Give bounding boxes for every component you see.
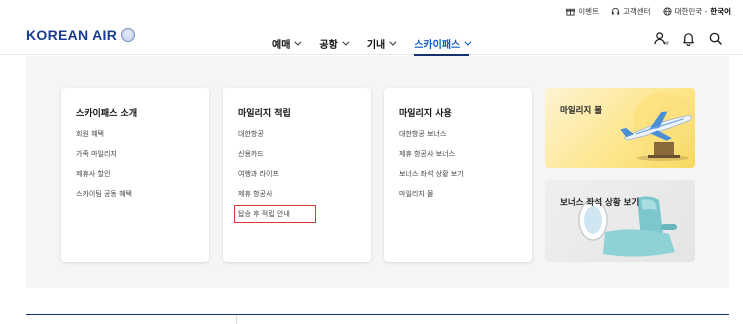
globe-icon	[663, 7, 672, 16]
nav-booking-label: 예매	[272, 39, 291, 51]
search-icon[interactable]	[708, 31, 723, 46]
nav-airport[interactable]: 공항	[319, 31, 350, 55]
menu-link-partner-discount[interactable]: 제휴사 할인	[76, 169, 194, 179]
support-link[interactable]: 고객센터	[611, 6, 651, 17]
headset-icon	[611, 7, 620, 15]
column-skypass-intro: 스카이패스 소개 회원 혜택 가족 마일리지 제휴사 할인 스카이팀 공동 혜택	[61, 88, 209, 262]
chevron-down-icon	[464, 38, 472, 46]
column-mileage-use: 마일리지 사용 대한항공 보너스 제휴 항공사 보너스 보너스 좌석 상황 보기…	[384, 88, 532, 262]
menu-link-mileage-mall[interactable]: 마일리지 몰	[399, 189, 517, 199]
content-column-divider	[236, 315, 237, 324]
nav-skypass-label: 스카이패스	[414, 39, 461, 51]
chevron-down-icon	[294, 38, 302, 46]
my-icon[interactable]: MY	[654, 31, 669, 46]
language-current: 한국어	[710, 7, 731, 16]
language-selector[interactable]: 대한민국 - 한국어	[663, 6, 731, 17]
column-mileage-earn: 마일리지 적립 대한항공 신용카드 여행과 라이프 제휴 항공사 탑승 후 적립…	[223, 88, 371, 262]
menu-link-korean-air[interactable]: 대한항공	[238, 129, 356, 139]
taegeuk-emblem-icon	[121, 28, 136, 42]
skypass-mega-menu: 스카이패스 소개 회원 혜택 가족 마일리지 제휴사 할인 스카이팀 공동 혜택…	[26, 56, 729, 288]
global-nav: 예매 공항 기내 스카이패스	[272, 31, 472, 56]
svg-text:MY: MY	[664, 41, 669, 46]
menu-link-member-benefits[interactable]: 회원 혜택	[76, 129, 194, 139]
main-header: KOREAN AIR 예매 공항 기내 스카이패스 MY	[0, 22, 743, 56]
nav-skypass[interactable]: 스카이패스	[414, 31, 472, 56]
nav-inflight-label: 기내	[366, 39, 386, 51]
menu-link-partner-award[interactable]: 제휴 항공사 보너스	[399, 149, 517, 159]
chevron-down-icon	[342, 38, 350, 46]
promo-award-seat-label: 보너스 좌석 상황 보기	[560, 198, 640, 208]
airplane-illustration-icon	[620, 92, 693, 161]
korean-air-logo[interactable]: KOREAN AIR	[26, 27, 136, 43]
event-link[interactable]: 이벤트	[566, 6, 599, 17]
menu-link-family-mileage[interactable]: 가족 마일리지	[76, 149, 194, 159]
promo-mileage-mall-label: 마일리지 몰	[560, 106, 603, 116]
chevron-down-icon	[389, 38, 397, 46]
support-label: 고객센터	[622, 7, 651, 16]
menu-link-travel-life[interactable]: 여행과 라이프	[238, 169, 356, 179]
gift-icon	[566, 8, 576, 16]
nav-airport-label: 공항	[319, 39, 338, 51]
menu-link-partner-airlines[interactable]: 제휴 항공사	[238, 189, 356, 199]
content-divider-line	[26, 314, 729, 315]
promo-award-seat-status[interactable]: 보너스 좌석 상황 보기	[545, 180, 695, 262]
menu-link-retro-claim[interactable]: 탑승 후 적립 안내	[234, 205, 316, 223]
menu-link-ke-award[interactable]: 대한항공 보너스	[399, 129, 517, 139]
event-label: 이벤트	[578, 7, 599, 16]
column-title: 스카이패스 소개	[76, 109, 138, 119]
column-title: 마일리지 적립	[238, 109, 291, 119]
menu-link-skyteam-benefits[interactable]: 스카이팀 공동 혜택	[76, 189, 194, 199]
utility-bar: 이벤트 고객센터 대한민국 - 한국어	[0, 0, 743, 22]
header-actions: MY	[654, 31, 723, 46]
menu-link-award-seat-status[interactable]: 보너스 좌석 상황 보기	[399, 169, 517, 179]
language-prefix: 대한민국 -	[674, 7, 708, 16]
bell-icon[interactable]	[681, 31, 696, 46]
logo-text: KOREAN AIR	[26, 27, 118, 43]
nav-inflight[interactable]: 기내	[366, 31, 397, 55]
promo-mileage-mall[interactable]: 마일리지 몰	[545, 88, 695, 168]
menu-link-credit-card[interactable]: 신용카드	[238, 149, 356, 159]
nav-booking[interactable]: 예매	[272, 31, 302, 55]
airplane-seat-illustration-icon	[578, 196, 677, 257]
column-title: 마일리지 사용	[399, 109, 452, 119]
